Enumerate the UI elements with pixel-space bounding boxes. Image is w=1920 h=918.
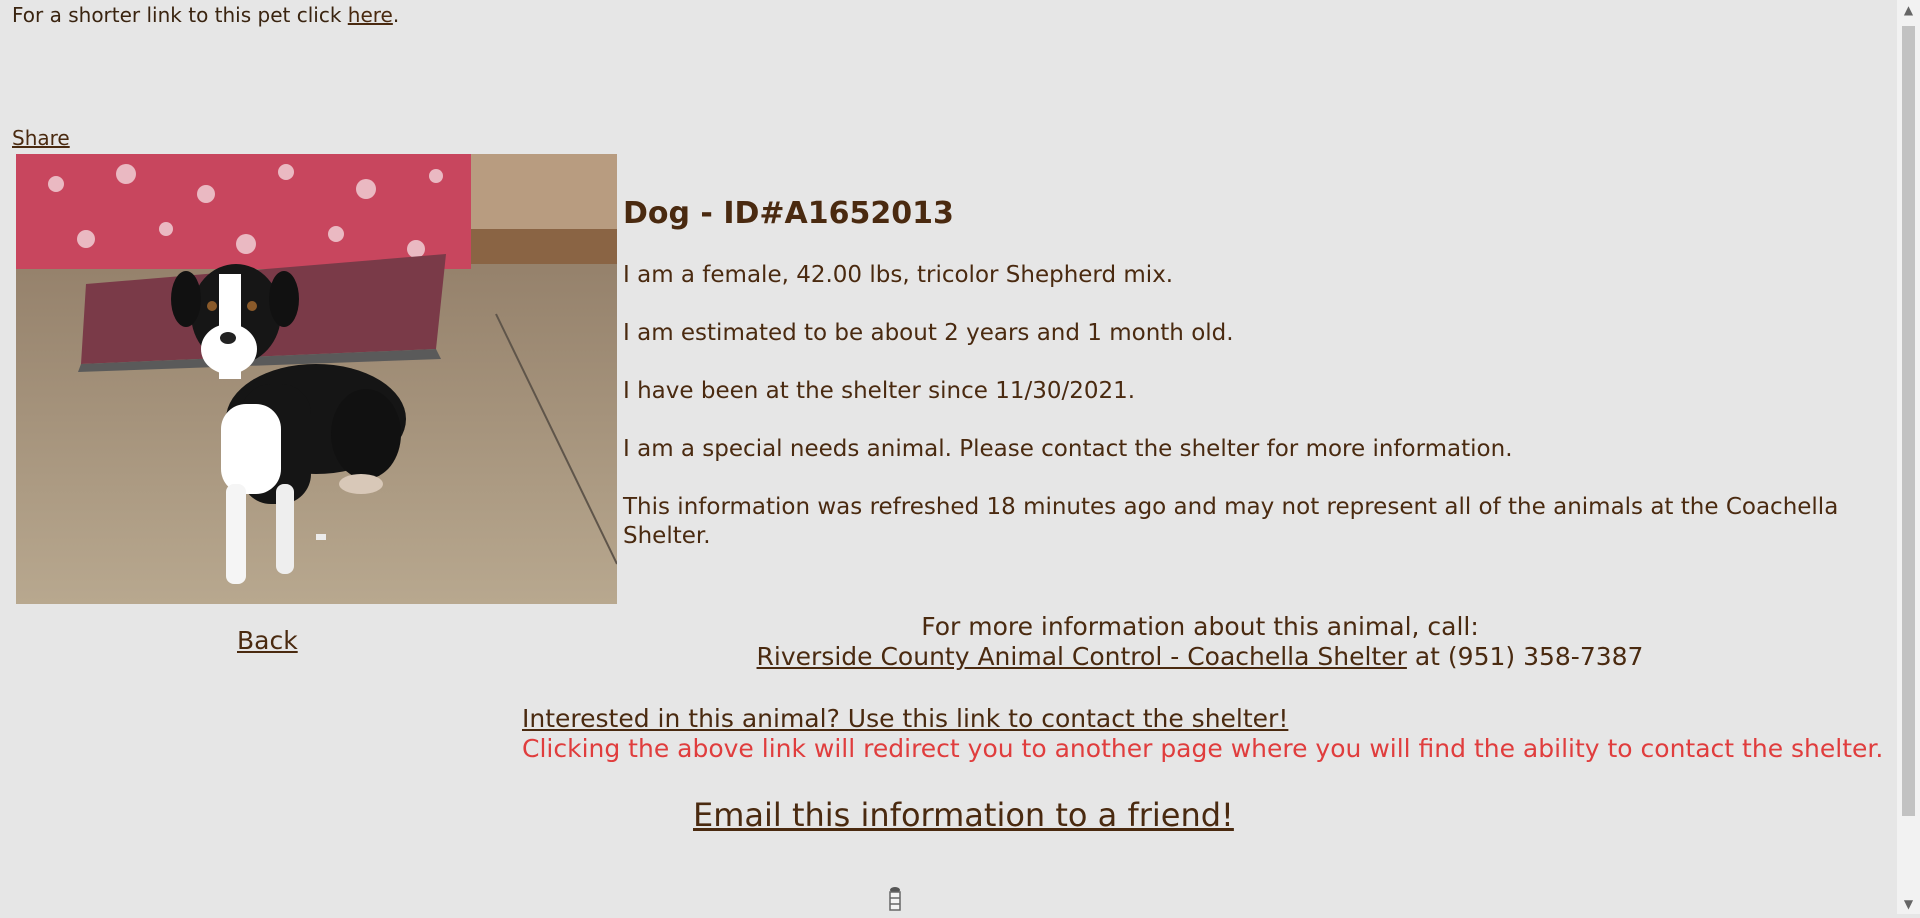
shelter-link[interactable]: Riverside County Animal Control - Coache… (757, 642, 1407, 671)
email-friend-link[interactable]: Email this information to a friend! (693, 796, 1234, 834)
animal-sex-weight: I am a female, 42.00 lbs, tricolor Sheph… (623, 262, 1174, 288)
short-link-suffix: . (392, 3, 400, 27)
animal-details: Dog - ID#A1652013 I am a female, 42.00 l… (623, 196, 1843, 580)
interest-section: Interested in this animal? Use this link… (522, 704, 1883, 764)
scroll-up-icon[interactable]: ▲ (1897, 0, 1920, 20)
contact-info: For more information about this animal, … (620, 612, 1780, 672)
vertical-scrollbar[interactable]: ▲ ▼ (1897, 0, 1920, 914)
contact-shelter-link[interactable]: Interested in this animal? Use this link… (522, 704, 1288, 733)
animal-special-needs: I am a special needs animal. Please cont… (623, 436, 1513, 462)
shelter-line: Riverside County Animal Control - Coache… (620, 642, 1780, 672)
loading-icon (884, 884, 906, 914)
animal-age: I am estimated to be about 2 years and 1… (623, 320, 1234, 346)
refresh-info: This information was refreshed 18 minute… (623, 494, 1839, 549)
call-text: For more information about this animal, … (921, 612, 1479, 641)
redirect-note: Clicking the above link will redirect yo… (522, 734, 1884, 763)
short-link-here[interactable]: here (348, 3, 393, 27)
short-link-prefix: For a shorter link to this pet click (12, 3, 348, 27)
back-link[interactable]: Back (237, 626, 298, 655)
shelter-phone: at (951) 358-7387 (1406, 642, 1644, 671)
animal-intake-date: I have been at the shelter since 11/30/2… (623, 378, 1136, 404)
animal-title: Dog - ID#A1652013 (623, 196, 954, 231)
share-link[interactable]: Share (12, 126, 70, 150)
pet-photo (16, 154, 617, 604)
short-link-note: For a shorter link to this pet click her… (12, 3, 399, 27)
scroll-thumb[interactable] (1902, 26, 1915, 816)
scroll-down-icon[interactable]: ▼ (1897, 894, 1920, 914)
